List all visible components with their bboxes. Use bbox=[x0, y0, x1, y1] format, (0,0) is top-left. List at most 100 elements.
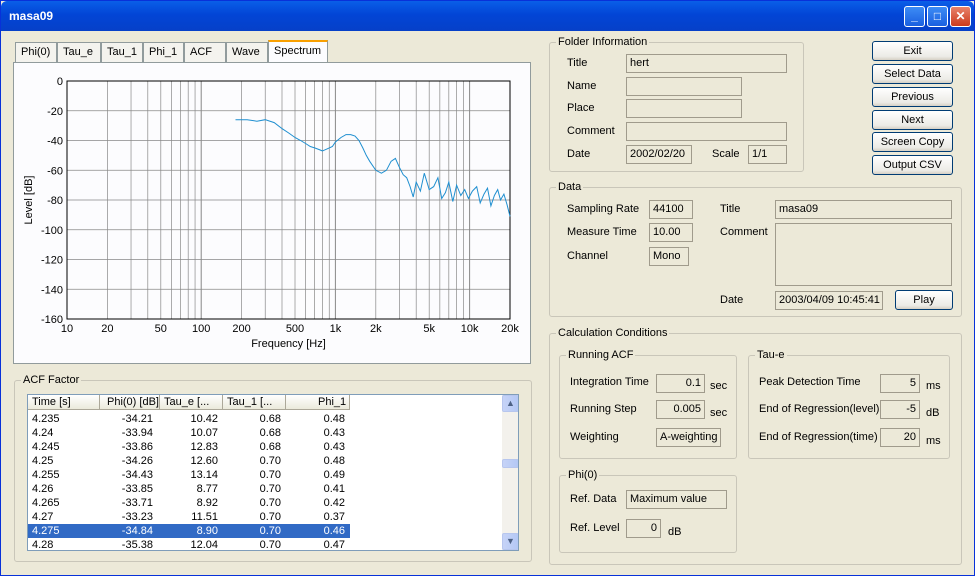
y-tick-label: 0 bbox=[57, 76, 63, 88]
data-date-field[interactable]: 2003/04/09 10:45:41 bbox=[775, 291, 883, 310]
screen-copy-button[interactable]: Screen Copy bbox=[872, 132, 953, 152]
table-cell: 4.255 bbox=[32, 469, 60, 481]
exit-button[interactable]: Exit bbox=[872, 41, 953, 61]
table-row[interactable]: 4.28 -35.38 12.04 0.70 0.47 bbox=[28, 538, 350, 551]
x-tick-label: 20 bbox=[101, 323, 113, 335]
folder-place-label: Place bbox=[567, 102, 595, 114]
folder-name-field[interactable] bbox=[626, 77, 742, 96]
list-scrollbar[interactable]: ▲ ▼ bbox=[502, 395, 518, 550]
data-title-field[interactable]: masa09 bbox=[775, 200, 952, 219]
y-tick-label: -120 bbox=[41, 255, 63, 267]
data-date-label: Date bbox=[720, 294, 744, 306]
window-title: masa09 bbox=[9, 9, 54, 23]
table-row[interactable]: 4.26 -33.85 8.77 0.70 0.41 bbox=[28, 482, 350, 496]
x-tick-label: 1k bbox=[330, 323, 342, 335]
play-button[interactable]: Play bbox=[895, 290, 953, 310]
integration-time-field[interactable]: 0.1 bbox=[656, 374, 705, 393]
table-cell: 0.68 bbox=[259, 413, 281, 425]
folder-info-label: Folder Information bbox=[556, 36, 650, 48]
spectrum-chart: 0 -20 -40 -60 -80 -100 -120 -140 -16010 20 50 100 20… bbox=[23, 76, 519, 350]
data-comment-label: Comment bbox=[720, 226, 768, 238]
tab-wave[interactable]: Wave bbox=[226, 42, 268, 62]
table-row[interactable]: 4.25 -34.26 12.60 0.70 0.48 bbox=[28, 454, 350, 468]
tab-tau-e[interactable]: Tau_e bbox=[57, 42, 101, 62]
next-button[interactable]: Next bbox=[872, 110, 953, 130]
acf-factor-list[interactable]: Time [s] Phi(0) [dB] Tau_e [... Tau_1 [.… bbox=[27, 394, 519, 551]
sampling-rate-field[interactable]: 44100 bbox=[649, 200, 693, 219]
table-cell: 0.47 bbox=[323, 539, 345, 551]
scroll-up-icon[interactable]: ▲ bbox=[502, 395, 518, 412]
table-row[interactable]: 4.265 -33.71 8.92 0.70 0.42 bbox=[28, 496, 350, 510]
col-header-time[interactable]: Time [s] bbox=[28, 395, 100, 410]
data-comment-field[interactable] bbox=[775, 223, 952, 286]
table-cell: 0.70 bbox=[259, 497, 281, 509]
measure-time-field[interactable]: 10.00 bbox=[649, 223, 693, 242]
tab-acf[interactable]: ACF bbox=[184, 42, 226, 62]
previous-button[interactable]: Previous bbox=[872, 87, 953, 107]
col-header-phi-1[interactable]: Phi_1 bbox=[286, 395, 350, 410]
table-cell: 4.275 bbox=[32, 525, 60, 537]
tau-e-group: Tau-e Peak Detection Time 5 ms End of Re… bbox=[748, 349, 950, 459]
minimize-icon[interactable]: _ bbox=[904, 6, 925, 27]
close-icon[interactable]: ✕ bbox=[950, 6, 971, 27]
folder-comment-field[interactable] bbox=[626, 122, 787, 141]
folder-title-field[interactable]: hert bbox=[626, 54, 787, 73]
folder-scale-label: Scale bbox=[712, 148, 740, 160]
folder-place-field[interactable] bbox=[626, 99, 742, 118]
calc-conditions-label: Calculation Conditions bbox=[556, 327, 670, 339]
table-cell: 0.37 bbox=[323, 511, 345, 523]
table-row[interactable]: 4.235 -34.21 10.42 0.68 0.48 bbox=[28, 412, 350, 426]
table-cell: 0.48 bbox=[323, 413, 345, 425]
x-tick-label: 2k bbox=[370, 323, 382, 335]
table-row[interactable]: 4.24 -33.94 10.07 0.68 0.43 bbox=[28, 426, 350, 440]
table-cell: 0.49 bbox=[323, 469, 345, 481]
maximize-icon[interactable]: □ bbox=[927, 6, 948, 27]
scroll-thumb[interactable] bbox=[502, 459, 518, 468]
x-tick-label: 50 bbox=[155, 323, 167, 335]
peak-detection-field[interactable]: 5 bbox=[880, 374, 920, 393]
table-row[interactable]: 4.27 -33.23 11.51 0.70 0.37 bbox=[28, 510, 350, 524]
tab-tau-1[interactable]: Tau_1 bbox=[101, 42, 143, 62]
tab-phi0[interactable]: Phi(0) bbox=[15, 42, 57, 62]
y-tick-label: -140 bbox=[41, 284, 63, 296]
channel-field[interactable]: Mono bbox=[649, 247, 689, 266]
output-csv-button[interactable]: Output CSV bbox=[872, 155, 953, 175]
tab-spectrum[interactable]: Spectrum bbox=[268, 40, 328, 63]
table-row[interactable]: 4.245 -33.86 12.83 0.68 0.43 bbox=[28, 440, 350, 454]
data-group-label: Data bbox=[556, 181, 584, 193]
col-header-tau-1[interactable]: Tau_1 [... bbox=[223, 395, 286, 410]
folder-title-label: Title bbox=[567, 57, 588, 69]
x-tick-label: 5k bbox=[423, 323, 435, 335]
col-header-tau-e[interactable]: Tau_e [... bbox=[160, 395, 223, 410]
folder-date-field[interactable]: 2002/02/20 bbox=[626, 145, 692, 164]
running-step-field[interactable]: 0.005 bbox=[656, 400, 705, 419]
x-axis-label: Frequency [Hz] bbox=[251, 338, 326, 350]
end-regression-level-unit: dB bbox=[926, 407, 940, 419]
tab-phi-1[interactable]: Phi_1 bbox=[143, 42, 184, 62]
ref-level-field[interactable]: 0 bbox=[626, 519, 661, 538]
phi0-label: Phi(0) bbox=[566, 469, 600, 481]
ref-data-field[interactable]: Maximum value bbox=[626, 490, 727, 509]
table-cell: 11.51 bbox=[191, 511, 218, 523]
folder-info-group: Folder Information Title hert Name Place… bbox=[549, 36, 804, 172]
peak-detection-unit: ms bbox=[926, 380, 941, 392]
sampling-rate-label: Sampling Rate bbox=[567, 203, 640, 215]
table-row[interactable]: 4.255 -34.43 13.14 0.70 0.49 bbox=[28, 468, 350, 482]
x-tick-label: 10k bbox=[461, 323, 479, 335]
running-step-unit: sec bbox=[710, 407, 728, 419]
weighting-field[interactable]: A-weighting bbox=[656, 428, 721, 447]
title-bar[interactable]: masa09 _ □ ✕ bbox=[1, 1, 974, 31]
table-cell: 10.07 bbox=[190, 427, 218, 439]
table-row[interactable]: 4.275 -34.84 8.90 0.70 0.46 bbox=[28, 524, 350, 538]
table-cell: -33.86 bbox=[121, 441, 153, 453]
col-header-phi0[interactable]: Phi(0) [dB] bbox=[100, 395, 160, 410]
table-cell: 4.235 bbox=[32, 413, 60, 425]
x-tick-label: 100 bbox=[192, 323, 210, 335]
y-tick-label: -100 bbox=[41, 225, 63, 237]
end-regression-level-field[interactable]: -5 bbox=[880, 400, 920, 419]
scroll-down-icon[interactable]: ▼ bbox=[502, 533, 518, 550]
end-regression-time-field[interactable]: 20 bbox=[880, 428, 920, 447]
folder-scale-field[interactable]: 1/1 bbox=[748, 145, 787, 164]
table-cell: -33.85 bbox=[121, 483, 153, 495]
select-data-button[interactable]: Select Data bbox=[872, 64, 953, 84]
